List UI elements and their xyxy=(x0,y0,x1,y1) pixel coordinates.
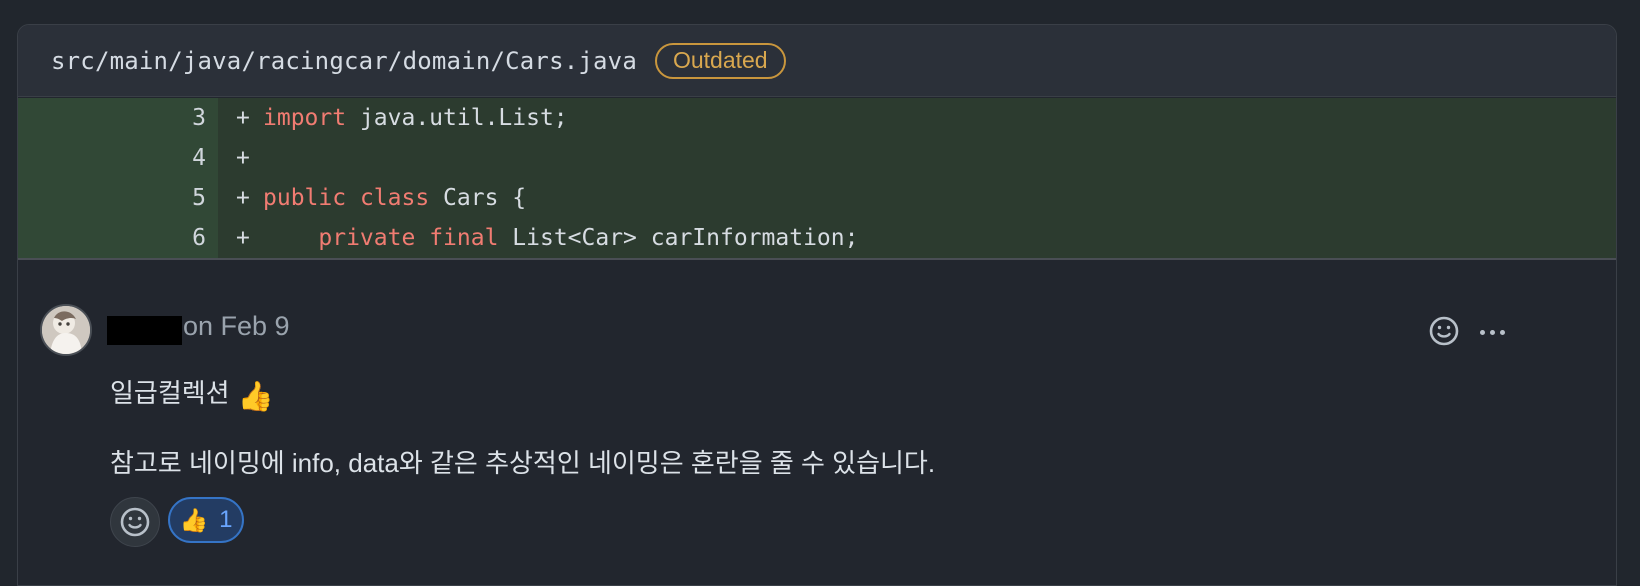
diff-added-marker: + xyxy=(236,105,250,131)
file-path-link[interactable]: src/main/java/racingcar/domain/Cars.java xyxy=(51,47,637,75)
more-dot xyxy=(1489,329,1495,335)
code-text: java.util.List; xyxy=(346,105,568,131)
thumbs-up-icon: 👍 xyxy=(179,507,209,534)
code-text: List<Car> carInformation; xyxy=(498,225,859,251)
comment-line-1: 일급컬렉션 👍 xyxy=(110,373,274,414)
code-keyword: final xyxy=(429,225,499,251)
code-line: import java.util.List; xyxy=(263,98,568,138)
more-dot xyxy=(1479,329,1485,335)
avatar-image xyxy=(42,306,90,354)
comment-thread: on Feb 9 일급컬렉션 👍 참고로 네이밍에 info, data와 같은 … xyxy=(18,261,1616,585)
code-keyword: private xyxy=(318,225,416,251)
line-number[interactable]: 4 xyxy=(18,138,206,178)
code-keyword: class xyxy=(359,185,430,211)
diff-view: 3 + import java.util.List; 4 + 5 + publi… xyxy=(18,98,1616,260)
avatar[interactable] xyxy=(40,304,92,356)
file-header: src/main/java/racingcar/domain/Cars.java… xyxy=(18,25,1616,97)
diff-added-marker: + xyxy=(236,225,250,251)
diff-row: 6 + private final List<Car> carInformati… xyxy=(18,218,1616,258)
add-reaction-button[interactable] xyxy=(110,497,160,547)
review-comment-card: src/main/java/racingcar/domain/Cars.java… xyxy=(17,24,1617,586)
diff-row: 4 + xyxy=(18,138,1616,178)
comment-timestamp[interactable]: on Feb 9 xyxy=(183,311,290,342)
code-line: private final List<Car> carInformation; xyxy=(263,218,858,258)
more-dot xyxy=(1499,329,1505,335)
smiley-icon-svg xyxy=(1429,316,1459,346)
smiley-icon xyxy=(120,507,150,537)
code-keyword: public xyxy=(263,185,347,211)
smiley-icon[interactable] xyxy=(1428,315,1460,347)
redacted-author-name xyxy=(107,316,182,345)
reaction-count: 1 xyxy=(219,506,233,533)
outdated-badge: Outdated xyxy=(654,42,786,79)
thumbs-up-emoji: 👍 xyxy=(237,379,274,413)
diff-added-marker: + xyxy=(236,185,250,211)
diff-added-marker: + xyxy=(236,145,250,171)
comment-text: 일급컬렉션 xyxy=(110,378,230,408)
line-number[interactable]: 6 xyxy=(18,218,206,258)
line-number[interactable]: 5 xyxy=(18,178,206,218)
diff-row: 3 + import java.util.List; xyxy=(18,98,1616,138)
diff-row: 5 + public class Cars { xyxy=(18,178,1616,218)
comment-line-2: 참고로 네이밍에 info, data와 같은 추상적인 네이밍은 혼란을 줄 … xyxy=(110,448,936,478)
more-horizontal-icon[interactable] xyxy=(1473,317,1511,347)
line-number[interactable]: 3 xyxy=(18,98,206,138)
code-keyword: import xyxy=(263,105,347,131)
code-text: Cars { xyxy=(429,185,527,211)
code-line: public class Cars { xyxy=(263,178,526,218)
thumbs-up-reaction-button[interactable]: 👍 1 xyxy=(168,497,244,543)
